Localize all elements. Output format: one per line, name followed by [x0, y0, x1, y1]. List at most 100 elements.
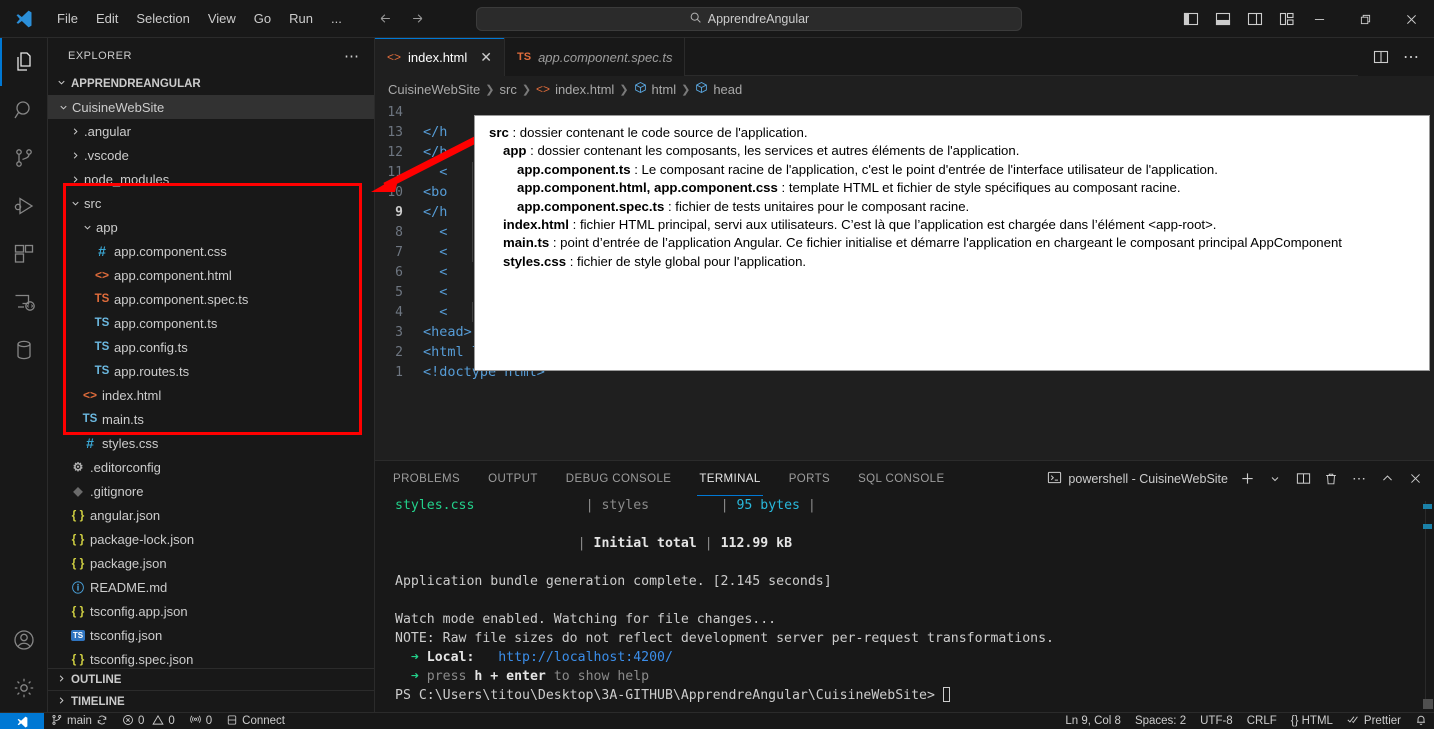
status-encoding[interactable]: UTF-8: [1193, 713, 1240, 729]
tree-item--vscode[interactable]: .vscode: [48, 143, 374, 167]
tree-item-readme-md[interactable]: ⓘ README.md: [48, 575, 374, 599]
split-editor-icon[interactable]: [1368, 44, 1394, 70]
menu-view[interactable]: View: [199, 6, 245, 32]
activity-item-extensions[interactable]: [0, 230, 48, 278]
tree-item-cuisinewebsite[interactable]: CuisineWebSite: [48, 95, 374, 119]
activity-item-database[interactable]: [0, 326, 48, 374]
status-database-connect[interactable]: Connect: [219, 713, 292, 729]
tree-item-angular-json[interactable]: { } angular.json: [48, 503, 374, 527]
editor-tab-app-component-spec-ts[interactable]: TS app.component.spec.ts: [505, 38, 686, 76]
chevron-right-icon: [68, 174, 82, 185]
breadcrumb-item-head[interactable]: head: [695, 81, 742, 97]
activity-item-explorer[interactable]: [0, 38, 48, 86]
activity-item-search[interactable]: [0, 86, 48, 134]
status-notifications[interactable]: [1408, 713, 1434, 729]
panel-tab-ports[interactable]: PORTS: [779, 461, 840, 496]
breadcrumb-item-src[interactable]: src: [499, 82, 516, 97]
tree-item-src[interactable]: src: [48, 191, 374, 215]
explanation-text: : fichier de style global pour l'applica…: [566, 253, 807, 269]
tree-item-app-component-css[interactable]: # app.component.css: [48, 239, 374, 263]
activity-item-settings-gear-icon[interactable]: [0, 664, 48, 712]
file-type-icon: { }: [71, 604, 85, 618]
tree-item-app-component-html[interactable]: <> app.component.html: [48, 263, 374, 287]
terminal-scrollbar[interactable]: [1420, 496, 1434, 713]
menu-run[interactable]: Run: [280, 6, 322, 32]
tree-item-main-ts[interactable]: TS main.ts: [48, 407, 374, 431]
panel-tab-problems[interactable]: PROBLEMS: [383, 461, 470, 496]
panel-tab-debug-console[interactable]: DEBUG CONSOLE: [556, 461, 682, 496]
menu-edit[interactable]: Edit: [87, 6, 127, 32]
breadcrumb-item-root[interactable]: CuisineWebSite: [388, 82, 480, 97]
command-center-search[interactable]: ApprendreAngular: [476, 7, 1022, 31]
kill-terminal-icon[interactable]: [1318, 466, 1344, 492]
section-timeline[interactable]: TIMELINE: [48, 690, 374, 712]
restore-button[interactable]: [1342, 0, 1388, 38]
status-prettier[interactable]: Prettier: [1340, 713, 1408, 729]
editor-tab-index-html[interactable]: <> index.html ✕: [375, 38, 505, 76]
status-problems[interactable]: 0 0: [115, 713, 182, 729]
more-actions-icon[interactable]: ⋯: [1398, 44, 1424, 70]
split-terminal-icon[interactable]: [1290, 466, 1316, 492]
status-cursor-position[interactable]: Ln 9, Col 8: [1058, 713, 1128, 729]
tree-item-tsconfig-app-json[interactable]: { } tsconfig.app.json: [48, 599, 374, 623]
panel-tab-terminal[interactable]: TERMINAL: [689, 461, 770, 496]
sidebar-more-actions-icon[interactable]: ⋯: [344, 47, 366, 65]
explanation-text: : Le composant racine de l'application, …: [630, 161, 1218, 177]
close-panel-icon[interactable]: [1402, 466, 1428, 492]
menu-go[interactable]: Go: [245, 6, 280, 32]
status-indentation[interactable]: Spaces: 2: [1128, 713, 1193, 729]
activity-item-remote-explorer[interactable]: [0, 278, 48, 326]
tree-item-app-component-spec-ts[interactable]: TS app.component.spec.ts: [48, 287, 374, 311]
tree-item-app[interactable]: app: [48, 215, 374, 239]
breadcrumb-item-html[interactable]: html: [634, 81, 676, 97]
tree-item-tsconfig-spec-json[interactable]: { } tsconfig.spec.json: [48, 647, 374, 668]
tree-item--gitignore[interactable]: ◆ .gitignore: [48, 479, 374, 503]
file-tree[interactable]: CuisineWebSite .angular .vscode node_module…: [48, 95, 374, 668]
menu-more[interactable]: ...: [322, 6, 351, 32]
sync-icon[interactable]: [96, 714, 108, 729]
maximize-panel-icon[interactable]: [1374, 466, 1400, 492]
section-outline[interactable]: OUTLINE: [48, 668, 374, 690]
tree-item--angular[interactable]: .angular: [48, 119, 374, 143]
arrow-left-icon[interactable]: [373, 6, 399, 32]
minimize-button[interactable]: [1296, 0, 1342, 38]
toggle-primary-sidebar-icon[interactable]: [1176, 4, 1206, 34]
tree-item--editorconfig[interactable]: ⚙ .editorconfig: [48, 455, 374, 479]
activity-item-accounts[interactable]: [0, 616, 48, 664]
workspace-root-row[interactable]: APPRENDREANGULAR: [48, 73, 374, 95]
tree-item-label: app: [96, 219, 118, 235]
tree-item-package-lock-json[interactable]: { } package-lock.json: [48, 527, 374, 551]
scrollbar-thumb[interactable]: [1423, 699, 1433, 709]
tree-item-app-routes-ts[interactable]: TS app.routes.ts: [48, 359, 374, 383]
toggle-secondary-sidebar-icon[interactable]: [1240, 4, 1270, 34]
tree-item-package-json[interactable]: { } package.json: [48, 551, 374, 575]
activity-item-source-control[interactable]: [0, 134, 48, 182]
terminal-output[interactable]: styles.css | styles | 95 bytes | | Initi…: [375, 496, 1434, 713]
tree-item-styles-css[interactable]: # styles.css: [48, 431, 374, 455]
chevron-down-icon[interactable]: [1262, 466, 1288, 492]
panel-more-actions-icon[interactable]: ⋯: [1346, 466, 1372, 492]
terminal-instance[interactable]: powershell - CuisineWebSite: [1047, 470, 1232, 488]
status-remote-window-icon[interactable]: [0, 713, 44, 729]
tree-item-node-modules[interactable]: node_modules: [48, 167, 374, 191]
close-icon[interactable]: ✕: [480, 49, 492, 66]
status-language-mode[interactable]: {} HTML: [1284, 713, 1340, 729]
status-eol[interactable]: CRLF: [1240, 713, 1284, 729]
tree-item-index-html[interactable]: <> index.html: [48, 383, 374, 407]
toggle-panel-icon[interactable]: [1208, 4, 1238, 34]
tree-item-app-component-ts[interactable]: TS app.component.ts: [48, 311, 374, 335]
status-ports[interactable]: 0: [182, 713, 219, 729]
activity-item-run-debug[interactable]: [0, 182, 48, 230]
tree-item-tsconfig-json[interactable]: TS tsconfig.json: [48, 623, 374, 647]
menu-file[interactable]: File: [48, 6, 87, 32]
panel-tab-output[interactable]: OUTPUT: [478, 461, 548, 496]
arrow-right-icon[interactable]: [405, 6, 431, 32]
panel-tab-sql-console[interactable]: SQL CONSOLE: [848, 461, 954, 496]
close-button[interactable]: [1388, 0, 1434, 38]
menu-selection[interactable]: Selection: [127, 6, 198, 32]
new-terminal-icon[interactable]: [1234, 466, 1260, 492]
tree-item-app-config-ts[interactable]: TS app.config.ts: [48, 335, 374, 359]
tree-item-label: tsconfig.spec.json: [90, 651, 194, 667]
status-branch[interactable]: main: [44, 713, 115, 729]
breadcrumb-item-file[interactable]: <> index.html: [536, 82, 614, 97]
